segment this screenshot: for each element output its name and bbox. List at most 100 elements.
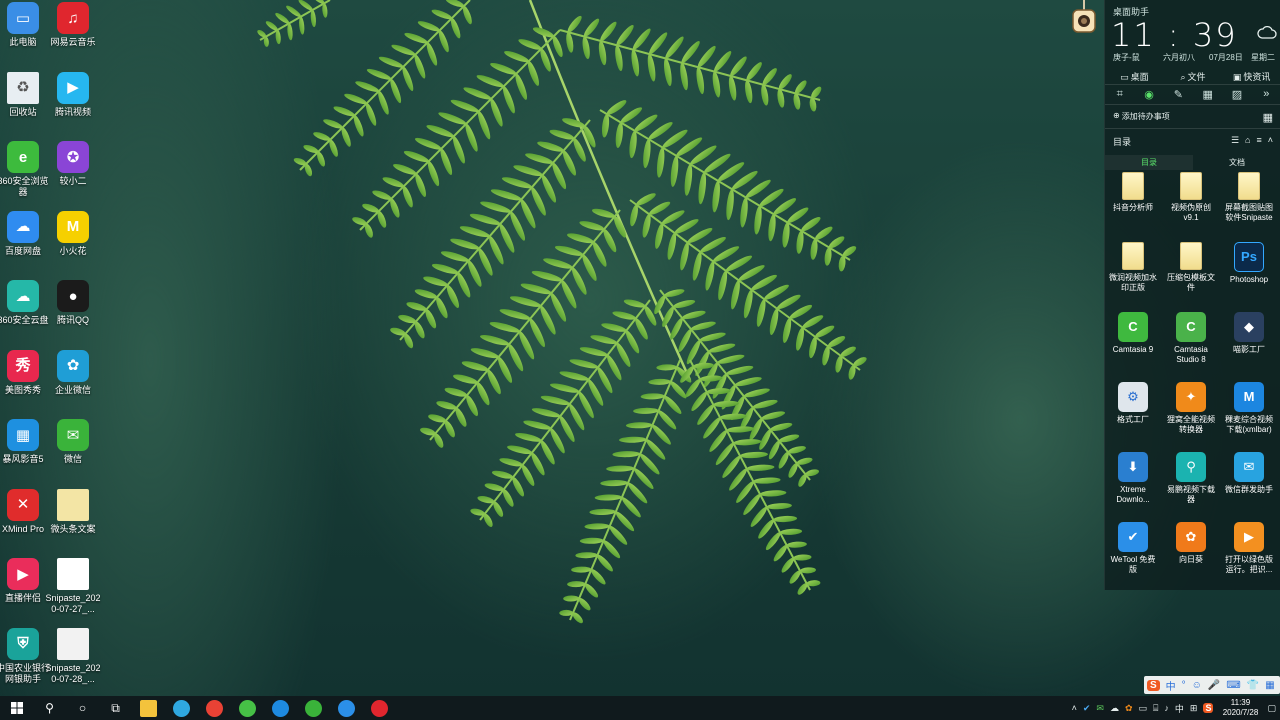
tray-grid-icon[interactable]: ⊞ xyxy=(1190,703,1198,714)
directory-item[interactable]: 微润视频加水印正版 xyxy=(1107,242,1159,304)
directory-item[interactable]: C Camtasia 9 xyxy=(1107,312,1159,374)
sogou-ime-icon[interactable]: S xyxy=(1203,703,1214,713)
widget-tab[interactable]: ▣ 快资讯 xyxy=(1222,70,1280,83)
directory-item[interactable]: ✉ 微信群发助手 xyxy=(1223,452,1275,514)
fern-stem xyxy=(259,0,331,41)
subtab-directory[interactable]: 目录 xyxy=(1105,155,1193,170)
taskbar-app-button[interactable] xyxy=(330,696,363,720)
desktop-icon[interactable]: ✉ 微信 xyxy=(44,419,102,485)
tray-volume-icon[interactable]: ♪ xyxy=(1164,703,1169,713)
taskbar-app-button[interactable] xyxy=(231,696,264,720)
menu-icon[interactable]: ≡ xyxy=(1256,135,1261,148)
fern-leaflet xyxy=(571,267,587,295)
widget-tool-icon[interactable]: » xyxy=(1252,88,1280,101)
directory-item[interactable]: 抖音分析师 xyxy=(1107,172,1159,234)
ime-toolbar-button[interactable]: 🎤 xyxy=(1208,680,1220,691)
directory-item[interactable]: ⚲ 易鹏视频下载器 xyxy=(1165,452,1217,514)
desktop-icon[interactable]: ✿ 企业微信 xyxy=(44,349,102,416)
tab-label: 快资讯 xyxy=(1243,72,1271,82)
taskbar-app-button[interactable] xyxy=(363,696,396,720)
collapse-icon[interactable]: ˄ xyxy=(1268,135,1273,148)
ime-toolbar-button[interactable]: ▦ xyxy=(1265,680,1274,691)
directory-item[interactable]: 屏幕截图贴图软件Snipaste xyxy=(1223,172,1275,234)
desktop-icon[interactable]: ♫ 网易云音乐 xyxy=(44,2,102,68)
tray-expand-icon[interactable]: ˄ xyxy=(1072,703,1077,713)
desktop-icon[interactable]: ● 腾讯QQ xyxy=(44,280,102,346)
add-todo-button[interactable]: ⊕ 添加待办事项 ▦ xyxy=(1113,111,1273,124)
tray-cloud-icon[interactable]: ☁ xyxy=(1110,703,1119,714)
desktop-icon[interactable]: 微头条文案 xyxy=(44,488,102,555)
taskbar-clock[interactable]: 11:39 2020/7/28 xyxy=(1216,698,1264,718)
directory-item[interactable]: ▶ 打开以绿色版运行。把识... xyxy=(1223,522,1275,584)
ime-toolbar-button[interactable]: 中 xyxy=(1166,678,1176,693)
ime-indicator[interactable]: 中 xyxy=(1175,702,1184,715)
fern-leaflet xyxy=(391,44,416,56)
desktop-icon[interactable]: M 小火花 xyxy=(44,210,102,277)
widget-tool-icon[interactable]: ▨ xyxy=(1222,88,1251,101)
taskbar-app-button[interactable] xyxy=(264,696,297,720)
widget-tool-icon[interactable]: ◉ xyxy=(1134,88,1163,101)
desktop-icon-label: Snipaste_2020-07-27_... xyxy=(45,593,101,614)
ime-toolbar-button[interactable]: 👕 xyxy=(1247,680,1259,691)
widget-tool-icon[interactable]: ✎ xyxy=(1164,88,1193,101)
tray-display-icon[interactable]: ▭ xyxy=(1138,703,1147,714)
desktop-icon[interactable]: Snipaste_2020-07-28_... xyxy=(44,627,102,694)
lock-icon[interactable]: ⌂ xyxy=(1245,135,1250,148)
fern-leaflet xyxy=(768,214,776,242)
notification-icon[interactable]: ▢ xyxy=(1267,703,1276,714)
camera-pin-icon[interactable] xyxy=(1071,0,1097,34)
list-view-icon[interactable]: ☰ xyxy=(1231,135,1239,148)
tray-tool-icon[interactable]: ✔ xyxy=(1083,703,1091,714)
start-button[interactable] xyxy=(0,696,33,720)
fern-leaflet xyxy=(584,583,599,598)
directory-item[interactable]: ⚙ 格式工厂 xyxy=(1107,382,1159,444)
cortana-button[interactable]: ○ xyxy=(66,696,99,720)
fern-leaflet xyxy=(664,289,685,297)
fern-leaflet xyxy=(402,186,413,208)
cloud-weather-icon[interactable] xyxy=(1257,24,1277,40)
directory-item[interactable]: ✔ WeTool 免费版 xyxy=(1107,522,1159,584)
tray-network-icon[interactable]: ⌸ xyxy=(1153,703,1158,714)
directory-item[interactable]: M 稞麦综合视频下载(xmlbar) xyxy=(1223,382,1275,444)
directory-item[interactable]: 视频伪原创v9.1 xyxy=(1165,172,1217,234)
task-view-button[interactable]: ⧉ xyxy=(99,696,132,720)
taskbar-app-button[interactable] xyxy=(198,696,231,720)
desktop-icon[interactable]: ▶ 腾讯视频 xyxy=(44,71,102,138)
ime-toolbar-button[interactable]: S xyxy=(1147,679,1160,691)
directory-item[interactable]: ✦ 狸窝全能视频转换器 xyxy=(1165,382,1217,444)
taskbar-app-button[interactable] xyxy=(297,696,330,720)
fern-leaflet xyxy=(571,566,592,573)
ime-toolbar-button[interactable]: ☺ xyxy=(1192,680,1202,691)
ime-toolbar-button[interactable]: ° xyxy=(1182,680,1186,691)
directory-item[interactable]: ⬇ Xtreme Downlo... xyxy=(1107,452,1159,514)
directory-item[interactable]: Ps Photoshop xyxy=(1223,242,1275,304)
fern-leaflet xyxy=(562,118,585,128)
tray-wechat-icon[interactable]: ✉ xyxy=(1096,703,1104,714)
directory-item[interactable]: C Camtasia Studio 8 xyxy=(1165,312,1217,374)
fern-leaflet xyxy=(298,0,313,11)
desktop-icon[interactable]: Snipaste_2020-07-27_... xyxy=(44,558,102,624)
widget-tool-icon[interactable]: ⌗ xyxy=(1105,88,1134,101)
directory-item[interactable]: ✿ 向日葵 xyxy=(1165,522,1217,584)
taskbar-app-button[interactable] xyxy=(165,696,198,720)
tray-sunflower-icon[interactable]: ✿ xyxy=(1125,703,1133,714)
ime-toolbar-button[interactable]: ⌨ xyxy=(1226,680,1240,691)
widget-tab[interactable]: ⌕ 文件 xyxy=(1164,70,1223,83)
image-file-icon xyxy=(57,558,89,590)
desktop-icon[interactable]: ✪ 较小二 xyxy=(44,141,102,207)
widget-tool-icon[interactable]: ▦ xyxy=(1193,88,1222,101)
directory-item[interactable]: ◆ 喵影工厂 xyxy=(1223,312,1275,374)
directory-item[interactable]: 压缩包模板文件 xyxy=(1165,242,1217,304)
fern-leaflet xyxy=(540,305,556,335)
divider xyxy=(1105,128,1280,129)
widget-tab[interactable]: ▭ 桌面 xyxy=(1105,70,1164,83)
ime-toolbar[interactable]: S 中 ° ☺ 🎤 ⌨ 👕 ▦ xyxy=(1144,676,1280,694)
app-icon: ⚲ xyxy=(1176,452,1206,482)
grid-icon[interactable]: ▦ xyxy=(1263,111,1273,124)
fern-leaflet xyxy=(754,205,762,235)
fern-leaflet xyxy=(768,440,780,460)
subtab-documents[interactable]: 文档 xyxy=(1193,155,1280,170)
search-button[interactable]: ⚲ xyxy=(33,696,66,720)
taskbar-app-button[interactable] xyxy=(132,696,165,720)
app-icon: ▶ xyxy=(1234,522,1264,552)
